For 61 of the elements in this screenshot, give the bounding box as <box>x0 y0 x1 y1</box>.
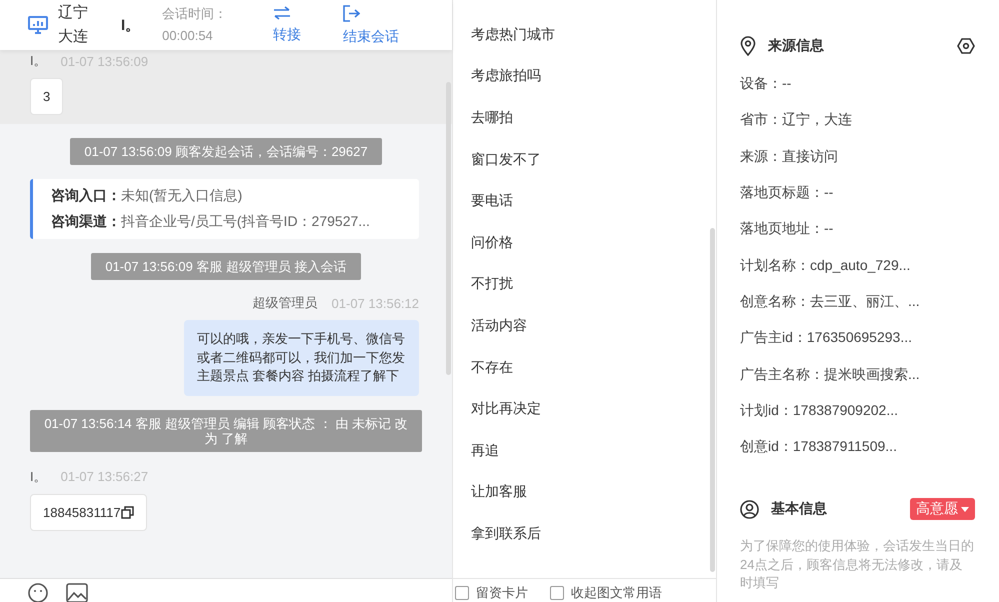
sender-name: I。 <box>30 468 47 486</box>
info-item: 落地页地址：-- <box>740 219 834 238</box>
quick-reply-item[interactable]: 不打扰 <box>471 264 716 306</box>
info-item: 来源：直接访问 <box>740 146 839 166</box>
quick-reply-item[interactable]: 再追 <box>471 430 716 472</box>
info-item: 计划名称：cdp_auto_729... <box>740 256 912 275</box>
info-item: 落地页标题：-- <box>740 183 834 202</box>
option-checkbox[interactable]: 留资卡片 <box>455 583 528 602</box>
info-item: 创意名称：去三亚、丽江、... <box>740 292 921 311</box>
info-item: 广告主名称：提米映画搜索... <box>740 364 921 384</box>
location-pin-icon <box>740 36 756 56</box>
quick-reply-item[interactable]: 不存在 <box>471 346 716 388</box>
sender-name: 超级管理员 <box>252 294 318 312</box>
quick-reply-item[interactable]: 拿到联系后 <box>471 513 716 555</box>
timer-value: 00:00:54 <box>162 27 214 45</box>
intent-tag[interactable]: 高意愿 <box>910 498 975 520</box>
quick-reply-item[interactable]: 要电话 <box>471 180 716 222</box>
info-line: 咨询渠道：抖音企业号/员工号(抖音号ID：279527... <box>51 213 371 231</box>
settings-icon[interactable] <box>957 38 975 54</box>
visitor-name: I。 <box>121 16 140 34</box>
message-bubble: 3 <box>30 78 64 115</box>
emoji-icon[interactable] <box>28 583 48 602</box>
message-bubble: 可以的哦，亲发一下手机号、微信号或者二维码都可以，我们加一下您发主题景点 套餐内容 拍摄流程了解下 <box>184 320 419 396</box>
quick-reply-item[interactable]: 让加客服 <box>471 472 716 514</box>
quick-reply-item[interactable]: 对比再决定 <box>471 388 716 430</box>
option-checkbox[interactable]: 收起图文常用语 <box>550 583 662 602</box>
info-item: 设备：-- <box>740 74 792 94</box>
monitor-icon <box>28 16 48 34</box>
system-notice: 01-07 13:56:09 顾客发起会话，会话编号：29627 <box>70 138 382 165</box>
system-notice: 01-07 13:56:14 客服 超级管理员 编辑 顾客状态 ： 由 未标记 改为 了解 <box>30 410 422 452</box>
region-name: 辽宁大连 <box>58 3 89 47</box>
image-icon[interactable] <box>66 583 88 602</box>
message-time: 01-07 13:56:12 <box>332 296 419 310</box>
swap-arrows-icon <box>273 6 292 20</box>
scrollbar[interactable] <box>446 82 451 375</box>
info-line: 咨询入口：未知(暂无入口信息) <box>51 187 244 205</box>
scrollbar[interactable] <box>710 228 715 572</box>
info-item: 省市：辽宁，大连 <box>740 110 853 130</box>
transfer-button[interactable]: 转接 <box>273 6 302 44</box>
quick-reply-item[interactable]: 去哪拍 <box>471 97 716 139</box>
end-button[interactable]: 结束会话 <box>343 4 400 46</box>
info-item: 创意id：178387911509... <box>740 437 898 456</box>
system-notice: 01-07 13:56:09 客服 超级管理员 接入会话 <box>91 253 361 280</box>
message-time: 01-07 13:56:27 <box>60 469 148 484</box>
copy-icon <box>120 506 134 518</box>
exit-icon <box>343 4 360 22</box>
user-icon <box>740 500 759 519</box>
message-bubble: 18845831117 <box>30 494 147 530</box>
notice-text: 为了保障您的使用体验，会话发生当日的24点之后，顾客信息将无法修改，请及时填写 <box>740 537 975 592</box>
section-title: 来源信息 <box>768 37 825 55</box>
quick-reply-item[interactable]: 窗口发不了 <box>471 138 716 180</box>
quick-reply-item[interactable]: 活动内容 <box>471 305 716 347</box>
quick-reply-item[interactable]: 考虑热门城市 <box>471 14 716 56</box>
caret-icon <box>961 506 969 512</box>
quick-reply-item[interactable]: 考虑旅拍吗 <box>471 56 716 98</box>
section-title: 基本信息 <box>771 500 828 518</box>
info-item: 计划id：178387909202... <box>740 400 899 420</box>
timer-label: 会话时间： <box>162 5 228 23</box>
sender-name: I。 <box>30 52 47 70</box>
info-item: 广告主id：176350695293... <box>740 328 913 348</box>
quick-reply-item[interactable]: 问价格 <box>471 222 716 264</box>
